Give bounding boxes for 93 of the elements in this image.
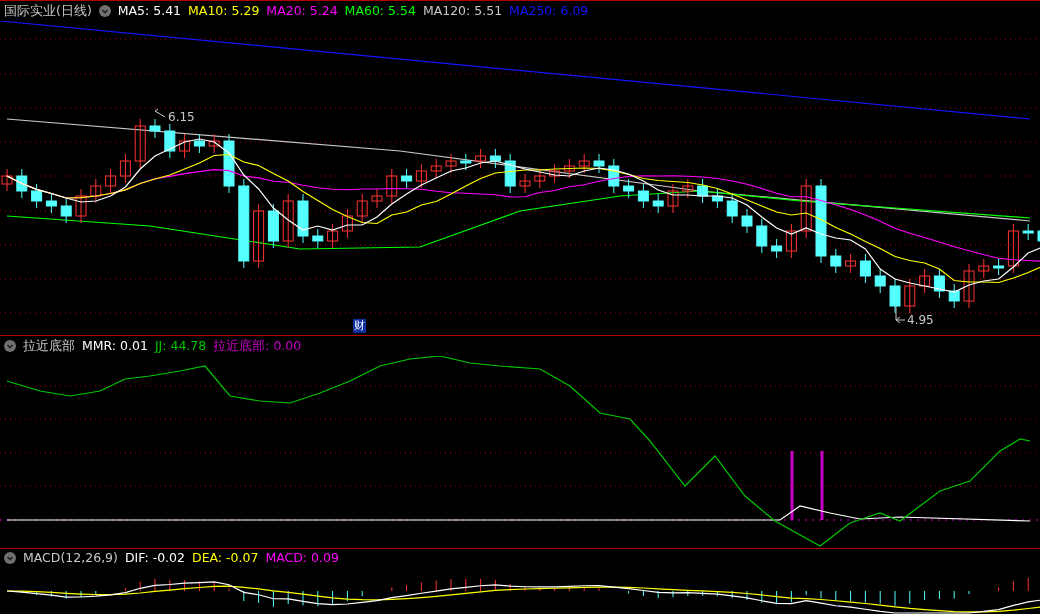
candle — [75, 188, 87, 224]
candle — [282, 193, 294, 249]
candle — [993, 258, 1005, 276]
price-label: 4.95 — [907, 313, 934, 327]
candle — [415, 163, 427, 189]
candle — [563, 158, 575, 179]
candle — [1037, 230, 1040, 242]
indicator-value: MA60: 5.54 — [344, 1, 416, 20]
candle — [652, 193, 664, 214]
candle — [623, 178, 635, 199]
candle — [386, 168, 398, 204]
candle — [475, 148, 487, 169]
candle — [919, 268, 931, 294]
candle — [504, 153, 516, 194]
candle — [327, 223, 339, 249]
indicator-value: 拉近底部: 0.00 — [213, 336, 302, 355]
candle — [578, 153, 590, 174]
indicator-value: MACD: 0.09 — [265, 548, 339, 567]
candle — [771, 238, 783, 259]
candle — [45, 193, 57, 214]
signal-bar — [790, 451, 794, 520]
candle — [341, 208, 353, 239]
indicator-value: DEA: -0.07 — [192, 548, 259, 567]
candle — [963, 263, 975, 309]
candle — [785, 223, 797, 259]
candle — [105, 168, 117, 194]
candle — [179, 133, 191, 159]
candle — [549, 163, 561, 184]
candle — [134, 118, 146, 169]
candle — [859, 253, 871, 284]
candle — [682, 178, 694, 199]
candle — [460, 153, 472, 171]
candle — [726, 193, 738, 224]
candle — [800, 178, 812, 239]
candle — [845, 253, 857, 274]
candle — [31, 183, 43, 209]
dropdown-icon[interactable] — [4, 552, 16, 564]
indicator-value: JJ: 44.78 — [154, 336, 207, 355]
candle — [889, 278, 901, 314]
indicator-value: MA120: 5.51 — [422, 1, 503, 20]
candle — [371, 188, 383, 209]
candle — [933, 268, 945, 299]
candle — [830, 248, 842, 274]
candle — [667, 183, 679, 214]
candle — [164, 123, 176, 159]
indicator-value: MA20: 5.24 — [266, 1, 338, 20]
candle — [697, 178, 709, 204]
candle — [356, 193, 368, 224]
chart-title: MACD(12,26,9) — [23, 548, 118, 567]
candle — [253, 203, 265, 269]
candle — [1, 168, 13, 192]
leader-line — [895, 305, 906, 324]
leader-line — [154, 108, 166, 118]
candle — [593, 153, 605, 174]
candle — [208, 133, 220, 154]
indicator-value: DIF: -0.02 — [124, 548, 185, 567]
candle — [637, 183, 649, 209]
candle — [401, 168, 413, 189]
candle — [430, 158, 442, 179]
candle — [193, 133, 205, 154]
dropdown-icon[interactable] — [4, 340, 16, 352]
indicator-value: MMR: 0.01 — [82, 336, 148, 355]
indicator-value: MA5: 5.41 — [117, 1, 182, 20]
indicator-value: MA250: 6.09 — [509, 1, 589, 20]
candle — [519, 173, 531, 194]
candle — [119, 153, 131, 184]
candle — [1022, 223, 1034, 241]
dropdown-icon[interactable] — [98, 5, 111, 17]
candle — [948, 283, 960, 309]
candle — [741, 208, 753, 234]
candle — [489, 148, 501, 169]
candle — [978, 258, 990, 279]
candle — [16, 168, 28, 199]
candle — [149, 118, 161, 139]
chart-title: 国际实业(日线) — [4, 1, 92, 20]
indicator-value: MA10: 5.29 — [188, 1, 260, 20]
candle — [711, 188, 723, 209]
candle — [1007, 223, 1019, 274]
candle — [267, 203, 279, 249]
signal-bar — [820, 451, 824, 520]
candle — [60, 198, 72, 224]
chart-title: 拉近底部 — [23, 336, 75, 355]
price-label: 6.15 — [168, 110, 195, 124]
finance-badge[interactable]: 财 — [353, 319, 366, 333]
candle — [608, 158, 620, 194]
candle — [756, 218, 768, 254]
candle — [904, 278, 916, 314]
candle — [445, 153, 457, 174]
candle — [90, 178, 102, 204]
candle — [312, 228, 324, 249]
candle — [874, 268, 886, 294]
candle — [297, 193, 309, 244]
candle — [223, 133, 235, 194]
